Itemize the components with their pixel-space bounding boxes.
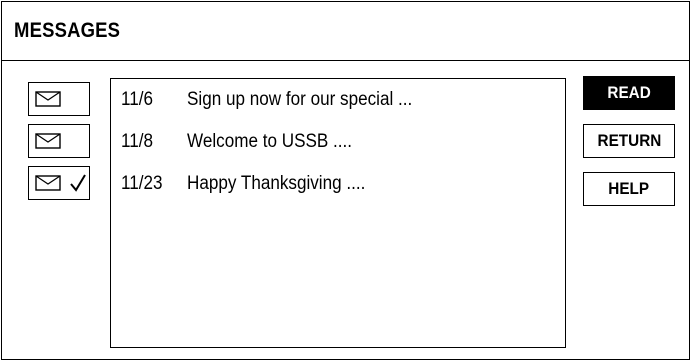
window-title: MESSAGES	[14, 19, 121, 42]
message-date: 11/6	[121, 89, 154, 110]
envelope-icon	[35, 91, 61, 107]
message-status-2[interactable]	[28, 124, 90, 158]
message-list[interactable]: 11/6 Sign up now for our special ... 11/…	[110, 78, 566, 348]
envelope-icon	[35, 133, 61, 149]
return-button[interactable]: RETURN	[583, 124, 675, 158]
message-date: 11/8	[121, 131, 154, 152]
message-subject: Sign up now for our special ...	[187, 89, 413, 110]
read-button[interactable]: READ	[583, 76, 675, 110]
title-bar: MESSAGES	[2, 2, 689, 61]
envelope-icon	[35, 175, 61, 191]
message-status-3[interactable]	[28, 166, 90, 200]
return-button-label: RETURN	[597, 131, 661, 150]
help-button[interactable]: HELP	[583, 172, 675, 206]
message-status-1[interactable]	[28, 82, 90, 116]
help-button-label: HELP	[608, 179, 650, 198]
message-date: 11/23	[121, 173, 163, 194]
message-subject: Happy Thanksgiving ....	[187, 173, 366, 194]
checkmark-icon	[70, 174, 86, 192]
read-button-label: READ	[607, 83, 651, 102]
message-subject: Welcome to USSB ....	[187, 131, 353, 152]
